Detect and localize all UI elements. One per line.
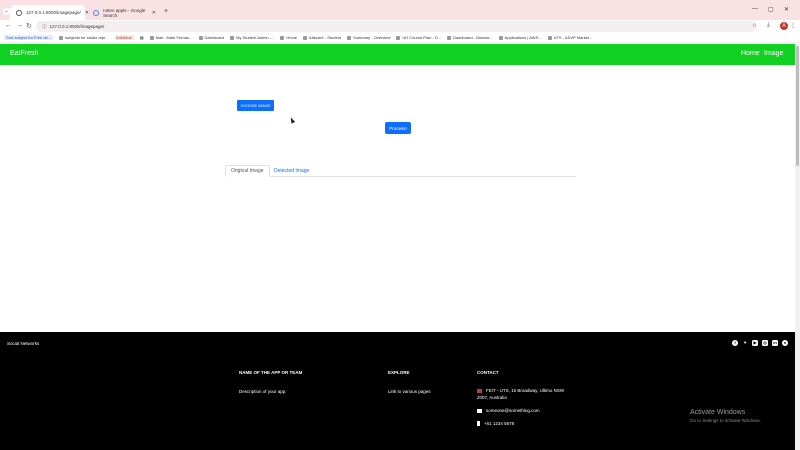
footer-phone-text: +61 1234 5678: [484, 421, 515, 426]
mouse-cursor-icon: [288, 116, 296, 124]
bookmark-item[interactable]: interface: [114, 35, 134, 40]
choose-image-button[interactable]: CHOOSE IMAGE: [237, 100, 274, 111]
bookmark-label: UH Course Plan - D...: [402, 35, 442, 40]
bookmark-label: Home: [286, 35, 298, 40]
email-icon: [477, 408, 482, 413]
bookmark-label: subjects for studio repl...: [65, 35, 109, 40]
bookmark-label: Applications | AWS...: [504, 35, 542, 40]
bookmark-item[interactable]: Summary - Overview: [347, 35, 390, 40]
bookmark-favicon-icon: [396, 35, 401, 40]
browser-tab-strip: ⌄ 127.0.0.1:8000/imagepage/ ✕ rotten app…: [0, 0, 800, 20]
browser-tab-title: 127.0.0.1:8000/imagepage/: [26, 10, 81, 15]
bookmark-label: My Student Admin -...: [236, 35, 275, 40]
bookmark-item[interactable]: Sort subject for Free de...: [4, 35, 54, 40]
footer-address: FEIT - UTS, 15 Broadway, Ultimo NSW 2007…: [477, 387, 567, 401]
bookmark-item[interactable]: subjects for studio repl...: [59, 35, 109, 40]
linkedin-icon[interactable]: in: [772, 340, 778, 346]
tab-original-image[interactable]: Original Image: [225, 165, 270, 177]
footer-phone: +61 1234 5678: [477, 420, 514, 427]
bookmark-item[interactable]: Dashboard - Manual...: [447, 35, 493, 40]
profile-avatar[interactable]: A: [780, 22, 788, 30]
image-tabs: Original Image Detected Image: [225, 165, 576, 177]
bookmark-favicon-icon: [347, 35, 352, 40]
bookmark-item[interactable]: Mail - Mark Fernan...: [149, 35, 193, 40]
social-networks-label: Social Networks: [7, 341, 40, 346]
bookmark-label: Dashboard - Manual...: [453, 35, 493, 40]
bookmark-label: interface: [116, 35, 132, 40]
footer-email: someone@something.com: [477, 407, 540, 414]
bookmark-favicon-icon: [547, 35, 552, 40]
bookmark-favicon-icon: [59, 35, 64, 40]
activate-windows-title: Activate Windows: [690, 409, 746, 416]
maximize-icon[interactable]: ▢: [768, 6, 774, 13]
reload-icon[interactable]: ↻: [26, 22, 32, 30]
bookmark-item[interactable]: My Student Admin -...: [230, 35, 274, 40]
bookmark-item[interactable]: Applications | AWS...: [498, 35, 542, 40]
site-info-icon[interactable]: ⓘ: [42, 24, 47, 30]
close-window-icon[interactable]: ✕: [784, 6, 789, 13]
building-icon: [477, 388, 482, 393]
bookmark-item[interactable]: UH Course Plan - D...: [396, 35, 441, 40]
process-button[interactable]: Process!: [385, 122, 411, 134]
scrollbar-thumb[interactable]: [796, 46, 799, 166]
twitter-icon[interactable]: ✦: [742, 340, 748, 346]
close-tab-icon[interactable]: ✕: [152, 10, 156, 16]
download-icon[interactable]: ⤓: [767, 22, 770, 29]
globe-icon: [16, 9, 22, 16]
bookmark-favicon-icon: [280, 35, 285, 40]
bookmark-star-icon[interactable]: ☆: [752, 22, 757, 29]
minimize-icon[interactable]: —: [752, 6, 758, 12]
footer-address-text: FEIT - UTS, 15 Broadway, Ultimo NSW 2007…: [477, 388, 565, 400]
bookmark-favicon-icon: [198, 35, 203, 40]
bookmark-favicon-icon: [498, 35, 503, 40]
forward-icon[interactable]: →: [16, 22, 23, 29]
footer-explore-link[interactable]: Link to various pages: [388, 388, 431, 395]
bookmark-label: Mail - Mark Fernan...: [155, 35, 193, 40]
bookmark-label: Dashboard: [204, 35, 225, 40]
social-icons: f ✦ ▶ ◎ in ●: [732, 340, 788, 346]
browser-tab-title: rotten apple - Google Search: [103, 7, 146, 18]
browser-tab[interactable]: rotten apple - Google Search ✕: [87, 5, 162, 20]
site-footer: Social Networks f ✦ ▶ ◎ in ● NAME OF THE…: [0, 332, 795, 450]
apps-grid-icon[interactable]: ▦: [140, 35, 144, 40]
address-bar[interactable]: ⓘ 127.0.0.1:8000/imagepage/: [36, 21, 756, 32]
footer-email-text[interactable]: someone@something.com: [486, 408, 540, 413]
tab-detected-image[interactable]: Detected Image: [269, 165, 314, 177]
bookmark-item[interactable]: Home: [280, 35, 297, 40]
bookmark-favicon-icon: [149, 35, 154, 40]
google-icon: [93, 9, 99, 16]
bookmarks-bar: Sort subject for Free de... subjects for …: [0, 33, 800, 43]
footer-contact-title: CONTACT: [477, 370, 499, 375]
bookmark-label: Altecare - Student: [309, 35, 342, 40]
new-tab-icon[interactable]: +: [164, 8, 168, 15]
brand-logo[interactable]: EatFresh: [10, 50, 38, 57]
menu-icon[interactable]: ⋮: [790, 22, 796, 29]
phone-icon: [477, 421, 480, 427]
bookmark-favicon-icon: [303, 35, 308, 40]
bookmark-item[interactable]: UTS - ADVP Market...: [547, 35, 593, 40]
footer-explore-title: EXPLORE: [388, 370, 410, 375]
bookmark-item[interactable]: Altecare - Student: [303, 35, 341, 40]
browser-tab-active[interactable]: 127.0.0.1:8000/imagepage/ ✕: [10, 5, 89, 20]
footer-app-title: NAME OF THE APP OR TEAM: [239, 370, 303, 375]
facebook-icon[interactable]: f: [732, 340, 738, 346]
bookmark-favicon-icon: [230, 35, 235, 40]
github-icon[interactable]: ●: [782, 340, 788, 346]
bookmark-label: Sort subject for Free de...: [6, 35, 52, 40]
bookmark-item[interactable]: Dashboard: [198, 35, 225, 40]
nav-home-link[interactable]: Home: [741, 50, 760, 57]
nav-image-link[interactable]: Image: [764, 50, 783, 57]
browser-toolbar: ← → ↻ ⓘ 127.0.0.1:8000/imagepage/ ☆ ⤓ ⋮: [0, 20, 800, 33]
tab-search-icon[interactable]: ⌄: [3, 8, 10, 15]
bookmark-label: Summary - Overview: [353, 35, 391, 40]
bookmark-label: UTS - ADVP Market...: [553, 35, 593, 40]
back-icon[interactable]: ←: [5, 22, 12, 29]
activate-windows-subtitle: Go to Settings to activate Windows.: [690, 418, 762, 423]
footer-app-description: Description of your app.: [239, 389, 287, 394]
app-navbar: EatFresh Home Image: [0, 44, 795, 65]
bookmark-favicon-icon: [447, 35, 452, 40]
instagram-icon[interactable]: ◎: [762, 340, 768, 346]
youtube-icon[interactable]: ▶: [752, 340, 758, 346]
url-text: 127.0.0.1:8000/imagepage/: [49, 24, 105, 29]
